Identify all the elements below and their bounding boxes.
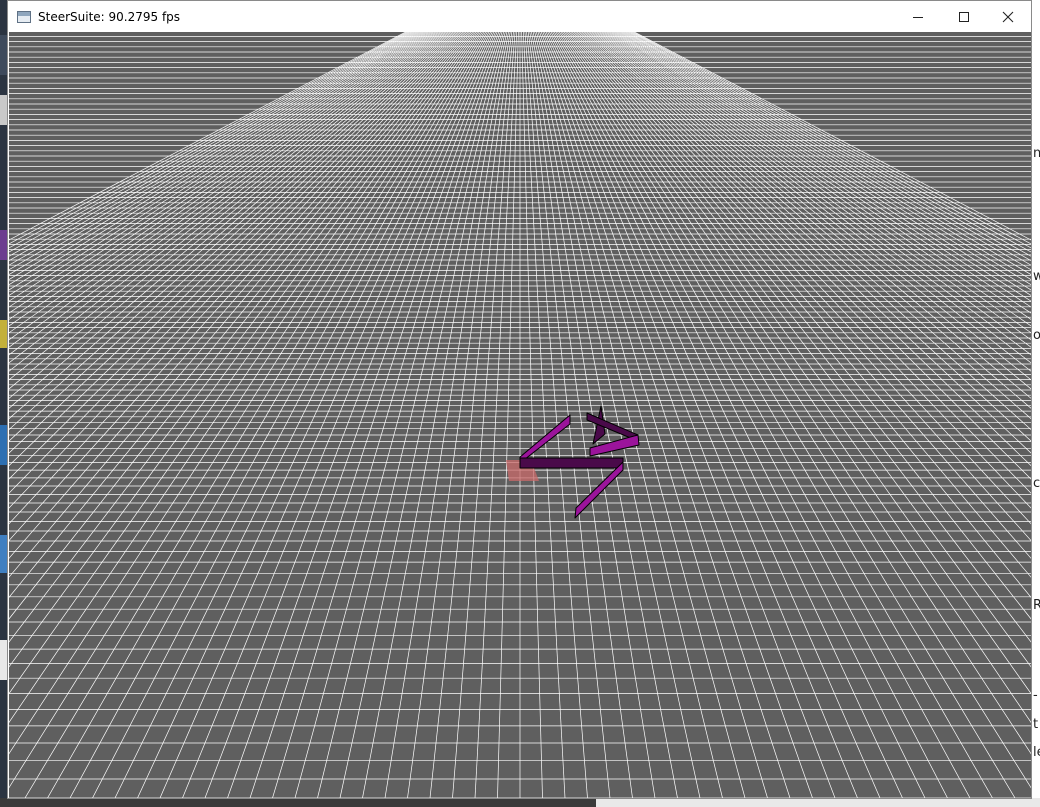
background-text-fragment: w [1033,269,1040,284]
grid-line [114,32,491,798]
grid-line [534,32,723,798]
window-title: SteerSuite: 90.2795 fps [38,9,181,24]
background-text-fragment: - [1033,688,1038,703]
grid-line [545,32,881,798]
grid-line [69,32,488,798]
maximize-icon [959,11,969,22]
minimize-button[interactable] [895,1,941,32]
grid-line [532,32,701,798]
background-text-fragment: R [1033,598,1040,613]
minimize-icon [913,16,923,18]
grid-line [9,32,462,494]
app-window-icon[interactable] [17,10,31,23]
grid-line [578,32,1031,494]
grid-line [227,32,500,798]
grid-line [535,32,746,798]
title-bar[interactable]: SteerSuite: 90.2795 fps [8,1,1031,32]
background-desktop-right: n w or c R - t le [1032,0,1040,807]
steersuite-window[interactable]: SteerSuite: 90.2795 fps [7,0,1032,799]
grid-line [550,32,948,798]
scene-canvas[interactable] [9,32,1031,798]
grid-line [540,32,813,798]
maximize-button[interactable] [941,1,987,32]
grid-line [47,32,487,798]
ground-grid [9,32,1031,798]
obstacle-wall [519,414,571,464]
background-taskbar [0,798,1040,807]
grid-line [317,32,506,798]
close-button[interactable] [985,1,1031,32]
background-text-fragment: c [1033,476,1040,491]
grid-line [339,32,508,798]
background-text-fragment: t [1033,717,1039,732]
background-text-fragment: le [1033,745,1040,760]
close-icon [1002,11,1014,22]
3d-viewport[interactable] [9,32,1031,798]
background-text-fragment: or [1033,328,1040,343]
grid-line [294,32,505,798]
grid-line [92,32,490,798]
obstacle-wall [519,457,624,469]
background-text-fragment: n [1033,146,1040,161]
grid-line [549,32,926,798]
grid-line [159,32,495,798]
